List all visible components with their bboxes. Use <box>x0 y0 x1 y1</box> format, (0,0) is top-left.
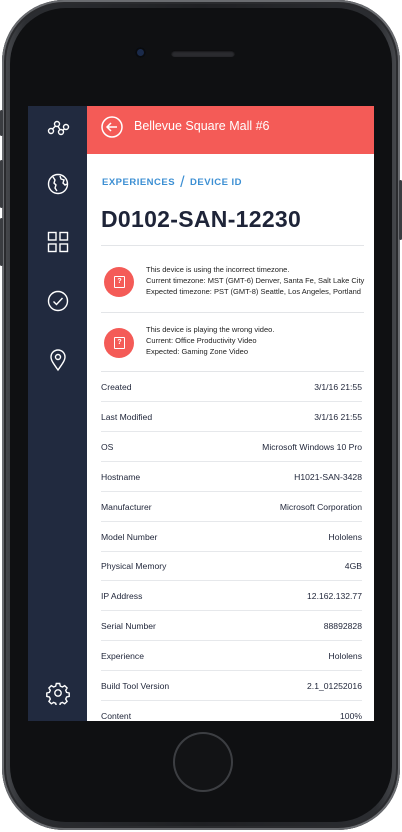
ringer-switch <box>0 110 3 136</box>
detail-label: Build Tool Version <box>101 681 170 691</box>
detail-label: Hostname <box>101 471 141 482</box>
alert-line: Expected: Gaming Zone Video <box>146 347 249 356</box>
detail-label: Model Number <box>101 531 158 542</box>
alert-icon: ? <box>104 267 134 297</box>
app-screen: Bellevue Square Mall #6 EXPERIENCES / DEVI… <box>28 106 374 721</box>
home-button[interactable] <box>173 732 233 792</box>
detail-value: Hololens <box>328 531 362 542</box>
alert-icon: ? <box>104 328 134 358</box>
divider <box>101 312 364 313</box>
detail-row: Manufacturer Microsoft Corporation <box>101 492 362 522</box>
detail-value: Hololens <box>328 651 362 662</box>
detail-label: Serial Number <box>101 621 156 632</box>
breadcrumb: EXPERIENCES / DEVICE ID <box>102 172 243 191</box>
alert-line: Current: Office Productivity Video <box>146 336 257 345</box>
detail-row: Serial Number 88892828 <box>101 611 362 642</box>
page-header: Bellevue Square Mall #6 <box>87 106 374 154</box>
network-icon[interactable] <box>46 116 70 140</box>
detail-row: Build Tool Version 2.1_01252016 <box>101 671 362 701</box>
detail-row: Last Modified 3/1/16 21:55 <box>101 402 362 432</box>
page-title: D0102-SAN-12230 <box>101 206 302 232</box>
header-title: Bellevue Square Mall #6 <box>134 119 270 133</box>
grid-icon[interactable] <box>46 230 70 254</box>
settings-gear-icon[interactable] <box>46 681 70 705</box>
detail-row: Model Number Hololens <box>101 522 362 552</box>
globe-icon[interactable] <box>46 172 70 196</box>
detail-value: 100% <box>340 710 362 721</box>
detail-row: Hostname H1021-SAN-3428 <box>101 462 362 492</box>
front-camera <box>135 47 146 58</box>
detail-label: Experience <box>101 651 144 662</box>
volume-down-button <box>0 218 3 266</box>
detail-value: 3/1/16 21:55 <box>314 382 362 392</box>
detail-value: H1021-SAN-3428 <box>294 471 362 482</box>
breadcrumb-device-id: DEVICE ID <box>190 177 243 188</box>
check-circle-icon[interactable] <box>46 289 70 313</box>
earpiece-speaker <box>171 50 235 57</box>
sidebar <box>28 106 87 721</box>
detail-row: OS Microsoft Windows 10 Pro <box>101 432 362 462</box>
detail-label: Last Modified <box>101 411 153 422</box>
alert-line: This device is playing the wrong video. <box>146 325 275 334</box>
detail-label: Content <box>101 710 132 721</box>
breadcrumb-experiences[interactable]: EXPERIENCES <box>102 177 175 188</box>
detail-label: Manufacturer <box>101 501 152 512</box>
detail-value: 3/1/16 21:55 <box>314 411 362 422</box>
alert-video: ? This device is playing the wrong video… <box>101 321 364 361</box>
detail-value: 4GB <box>344 561 362 572</box>
back-arrow-icon[interactable] <box>101 116 123 138</box>
detail-row: IP Address 12.162.132.77 <box>101 581 362 612</box>
alert-line: This device is using the incorrect timez… <box>146 265 290 274</box>
detail-value: Microsoft Corporation <box>279 501 362 512</box>
detail-row: Content 100% <box>101 701 362 721</box>
detail-label: OS <box>101 441 114 452</box>
detail-row: Physical Memory 4GB <box>101 551 362 582</box>
detail-value: 2.1_01252016 <box>307 681 362 691</box>
alert-line: Expected timezone: PST (GMT-8) Seattle, … <box>146 287 361 296</box>
main-content: Bellevue Square Mall #6 EXPERIENCES / DEVI… <box>87 106 374 721</box>
location-pin-icon[interactable] <box>46 348 70 372</box>
detail-value: 88892828 <box>323 621 362 632</box>
alert-timezone: ? This device is using the incorrect tim… <box>101 262 364 302</box>
breadcrumb-separator: / <box>180 174 186 191</box>
detail-label: Physical Memory <box>101 561 167 572</box>
divider <box>101 245 364 246</box>
detail-label: IP Address <box>101 591 143 602</box>
detail-label: Created <box>101 382 132 392</box>
alert-line: Current timezone: MST (GMT-6) Denver, Sa… <box>146 276 365 285</box>
detail-row: Experience Hololens <box>101 641 362 672</box>
volume-up-button <box>0 160 3 208</box>
detail-value: Microsoft Windows 10 Pro <box>262 441 362 452</box>
detail-value: 12.162.132.77 <box>307 591 362 602</box>
detail-row: Created 3/1/16 21:55 <box>101 372 362 402</box>
